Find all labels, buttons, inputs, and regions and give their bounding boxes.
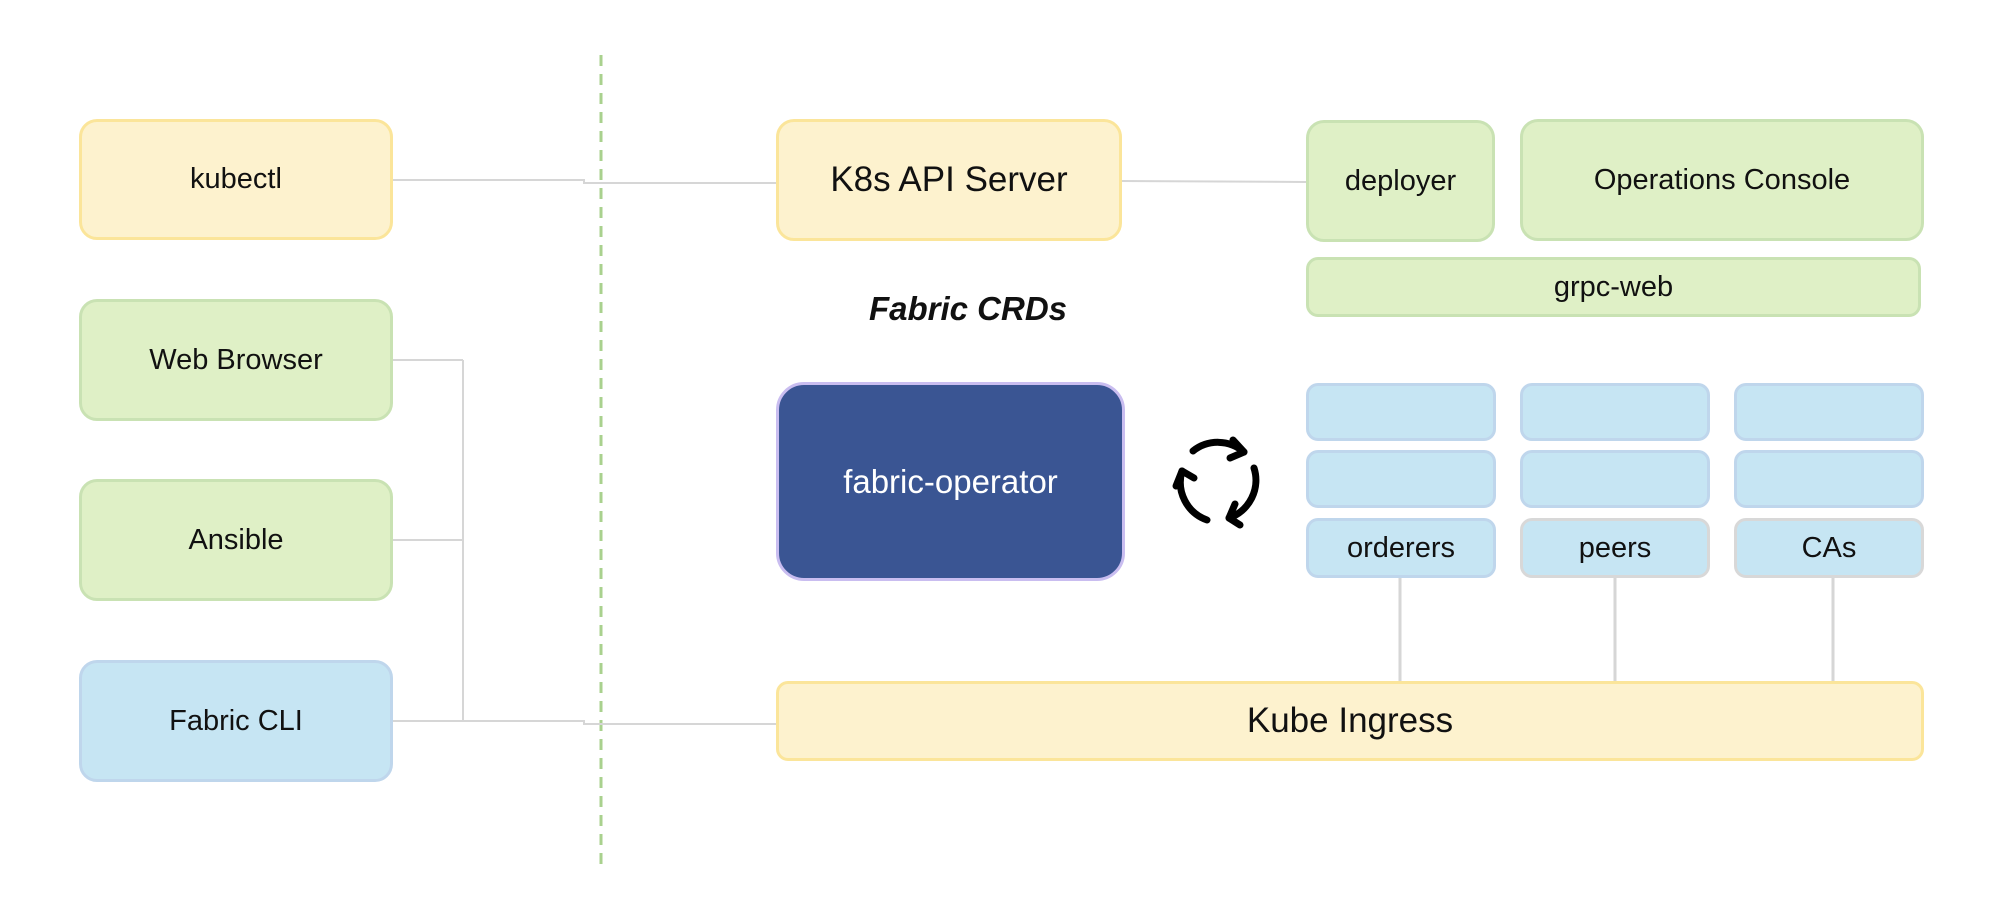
cycle-arrows-icon <box>1172 436 1260 529</box>
fabric-operator-box[interactable]: fabric-operator <box>776 382 1125 581</box>
ansible-label: Ansible <box>188 523 284 556</box>
ansible-box[interactable]: Ansible <box>79 479 393 601</box>
fabric-crds-label: Fabric CRDs <box>868 290 1068 327</box>
fabric-cli-label: Fabric CLI <box>169 704 303 737</box>
cas-box[interactable]: CAs <box>1734 518 1924 578</box>
kube-ingress-box[interactable]: Kube Ingress <box>776 681 1924 761</box>
k8s-api-server-box[interactable]: K8s API Server <box>776 119 1122 241</box>
grpc-web-box[interactable]: grpc-web <box>1306 257 1921 317</box>
peer-instance-box[interactable] <box>1520 450 1710 508</box>
fabric-cli-box[interactable]: Fabric CLI <box>79 660 393 782</box>
peers-label: peers <box>1578 531 1652 564</box>
orderer-instance-box[interactable] <box>1306 450 1496 508</box>
web-browser-box[interactable]: Web Browser <box>79 299 393 421</box>
deployer-label: deployer <box>1344 164 1457 197</box>
connector-fabriccli-ingress <box>392 720 776 725</box>
peers-box[interactable]: peers <box>1520 518 1710 578</box>
ca-instance-box[interactable] <box>1734 450 1924 508</box>
operations-console-box[interactable]: Operations Console <box>1520 119 1924 241</box>
operations-console-label: Operations Console <box>1593 163 1851 196</box>
kubectl-box[interactable]: kubectl <box>79 119 393 240</box>
connector-api-deployer <box>1120 180 1307 183</box>
connector-kubectl-api <box>392 179 776 184</box>
web-browser-label: Web Browser <box>149 343 323 376</box>
kubectl-label: kubectl <box>190 163 282 195</box>
grpc-web-label: grpc-web <box>1553 270 1674 303</box>
orderers-box[interactable]: orderers <box>1306 518 1496 578</box>
peer-instance-box[interactable] <box>1520 383 1710 441</box>
ca-instance-box[interactable] <box>1734 383 1924 441</box>
cas-label: CAs <box>1801 531 1857 564</box>
k8s-api-server-label: K8s API Server <box>830 160 1068 199</box>
orderers-label: orderers <box>1347 531 1455 564</box>
deployer-box[interactable]: deployer <box>1306 120 1495 242</box>
kube-ingress-label: Kube Ingress <box>1246 701 1454 740</box>
orderer-instance-box[interactable] <box>1306 383 1496 441</box>
fabric-operator-label: fabric-operator <box>843 462 1058 500</box>
